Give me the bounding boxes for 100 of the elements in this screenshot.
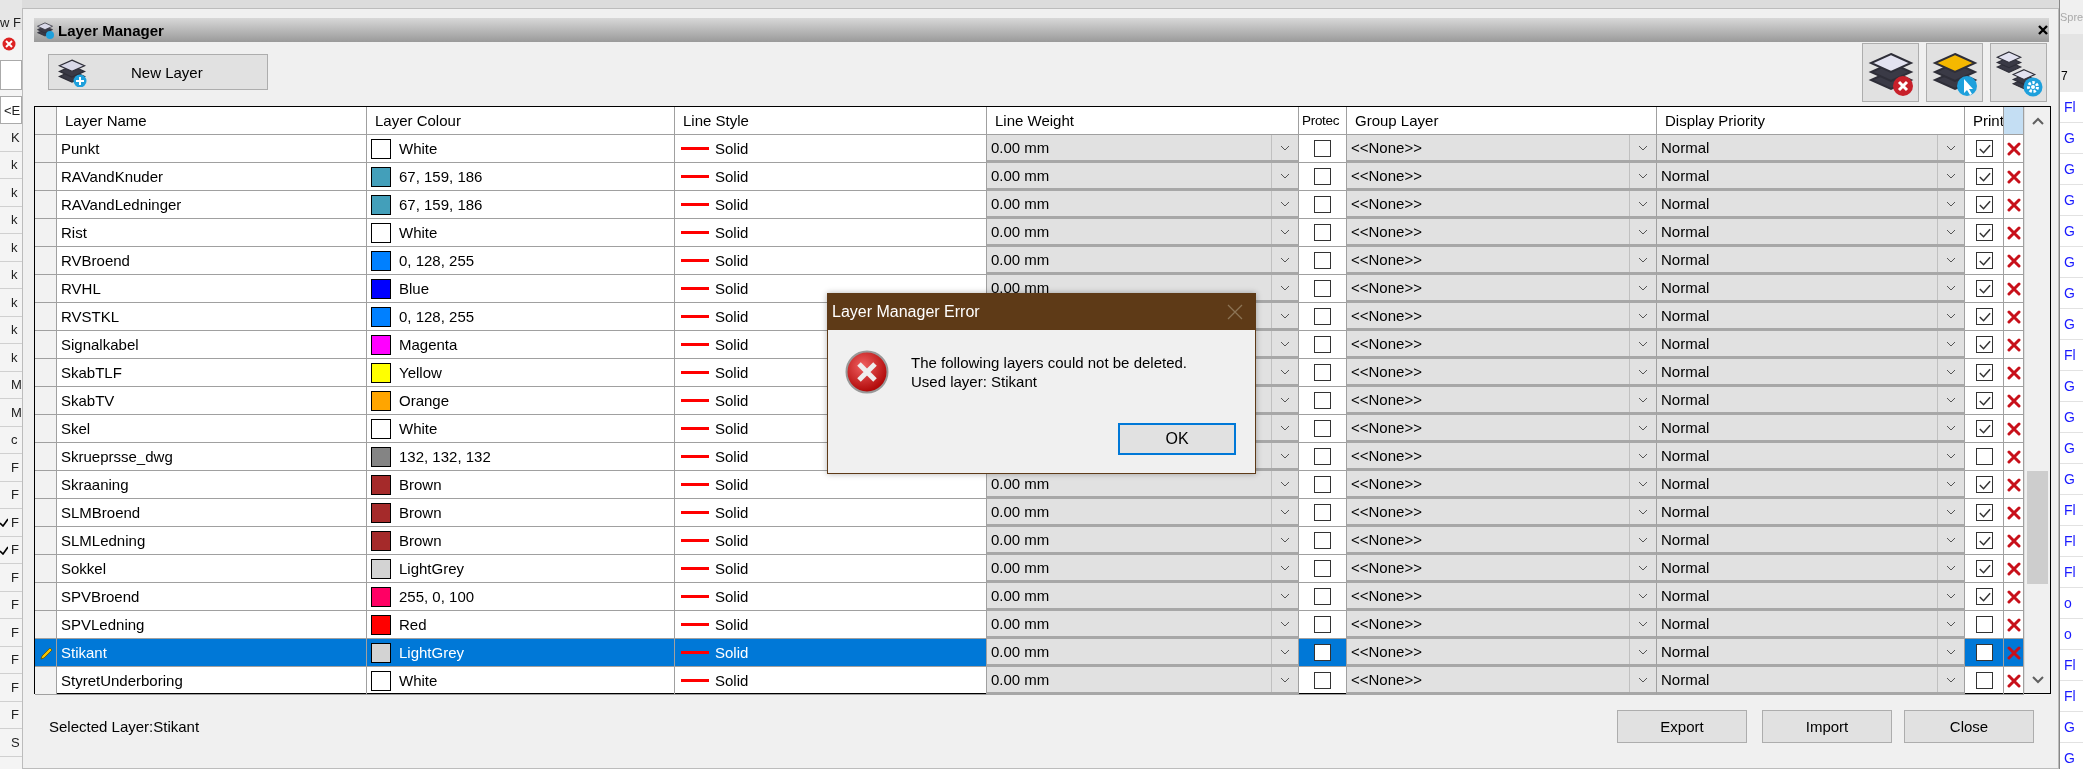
scroll-thumb[interactable]	[2027, 471, 2048, 584]
list-item[interactable]: k	[11, 184, 18, 200]
dropdown[interactable]: Normal	[1657, 303, 1965, 331]
dropdown[interactable]: 0.00 mm	[987, 135, 1299, 163]
list-item[interactable]: F	[11, 569, 19, 585]
list-item[interactable]: F	[11, 707, 19, 723]
dropdown[interactable]: Normal	[1657, 191, 1965, 219]
dialog-button[interactable]: Export	[1617, 710, 1747, 743]
scrollbar[interactable]	[2024, 107, 2050, 693]
list-item[interactable]: F	[11, 624, 19, 640]
checkbox[interactable]	[1975, 588, 1993, 605]
list-item[interactable]: G	[2060, 309, 2083, 340]
list-item[interactable]: F	[11, 679, 19, 695]
delete-icon[interactable]	[2006, 197, 2021, 212]
checkbox[interactable]	[1314, 588, 1331, 605]
checkbox[interactable]	[1975, 308, 1993, 325]
list-item[interactable]: F	[11, 597, 19, 613]
delete-icon[interactable]	[2006, 281, 2021, 296]
dropdown[interactable]: <<None>>	[1347, 387, 1657, 415]
dropdown[interactable]: Normal	[1657, 555, 1965, 583]
dropdown[interactable]: <<None>>	[1347, 527, 1657, 555]
checkbox[interactable]	[1975, 140, 1993, 157]
list-item[interactable]: M	[11, 404, 22, 420]
checkbox[interactable]	[1975, 420, 1993, 437]
checkbox[interactable]	[1975, 476, 1993, 493]
dropdown[interactable]: <<None>>	[1347, 303, 1657, 331]
checkbox[interactable]	[1314, 560, 1331, 577]
list-item[interactable]: M	[11, 377, 22, 393]
list-item[interactable]: F	[11, 459, 19, 475]
checkbox[interactable]	[1975, 252, 1993, 269]
settings-button[interactable]	[1990, 43, 2047, 102]
checkbox[interactable]	[1314, 196, 1331, 213]
checkbox[interactable]	[1975, 392, 1993, 409]
list-item[interactable]: G	[2060, 185, 2083, 216]
list-item[interactable]: F	[11, 487, 19, 503]
delete-icon[interactable]	[2006, 337, 2021, 352]
input-field[interactable]	[0, 60, 22, 90]
list-item[interactable]: F	[11, 514, 19, 530]
dropdown[interactable]: <<None>>	[1347, 667, 1657, 695]
delete-icon[interactable]	[2006, 533, 2021, 548]
checkbox[interactable]	[1975, 224, 1993, 241]
dropdown[interactable]: <<None>>	[1347, 331, 1657, 359]
list-item[interactable]: Fl	[2060, 526, 2083, 557]
chevron-down-icon[interactable]	[2031, 674, 2044, 684]
checkbox[interactable]	[1314, 252, 1331, 269]
delete-icon[interactable]	[2006, 421, 2021, 436]
dropdown[interactable]: 0.00 mm	[987, 499, 1299, 527]
delete-icon[interactable]	[2006, 253, 2021, 268]
checkbox[interactable]	[1314, 308, 1331, 325]
dropdown[interactable]: Normal	[1657, 219, 1965, 247]
checkbox[interactable]	[1975, 644, 1993, 661]
checkbox[interactable]	[1314, 420, 1331, 437]
checkbox[interactable]	[1975, 672, 1993, 689]
delete-icon[interactable]	[2006, 617, 2021, 632]
list-item[interactable]: k	[11, 322, 18, 338]
dropdown[interactable]: <<None>>	[1347, 163, 1657, 191]
dropdown[interactable]: 0.00 mm	[987, 219, 1299, 247]
dropdown[interactable]: Normal	[1657, 163, 1965, 191]
dropdown[interactable]: Normal	[1657, 639, 1965, 667]
delete-icon[interactable]	[2006, 141, 2021, 156]
dropdown[interactable]: <<None>>	[1347, 415, 1657, 443]
dropdown[interactable]: Normal	[1657, 667, 1965, 695]
delete-icon[interactable]	[2006, 673, 2021, 688]
list-item[interactable]: G	[2060, 154, 2083, 185]
list-item[interactable]: k	[11, 349, 18, 365]
dropdown[interactable]: 0.00 mm	[987, 247, 1299, 275]
dialog-button[interactable]: Import	[1762, 710, 1892, 743]
dropdown[interactable]: 0.00 mm	[987, 611, 1299, 639]
delete-icon[interactable]	[2006, 225, 2021, 240]
new-layer-button[interactable]: New Layer	[48, 54, 268, 90]
close-icon[interactable]	[2037, 24, 2049, 36]
list-item[interactable]: Fl	[2060, 495, 2083, 526]
checkbox[interactable]	[1314, 140, 1331, 157]
dropdown[interactable]: Normal	[1657, 275, 1965, 303]
delete-layer-button[interactable]	[1862, 43, 1919, 102]
list-item[interactable]: G	[2060, 216, 2083, 247]
checkbox[interactable]	[1314, 644, 1331, 661]
dropdown[interactable]: 0.00 mm	[987, 639, 1299, 667]
list-item[interactable]: G	[2060, 402, 2083, 433]
dropdown[interactable]: <<None>>	[1347, 639, 1657, 667]
dropdown[interactable]: 0.00 mm	[987, 555, 1299, 583]
dropdown[interactable]: <<None>>	[1347, 443, 1657, 471]
dropdown[interactable]: Normal	[1657, 387, 1965, 415]
checkbox[interactable]	[1975, 336, 1993, 353]
checkbox[interactable]	[1314, 532, 1331, 549]
list-item[interactable]: Fl	[2060, 340, 2083, 371]
ok-button[interactable]: OK	[1118, 423, 1236, 455]
list-item[interactable]: G	[2060, 247, 2083, 278]
dropdown[interactable]: Normal	[1657, 415, 1965, 443]
delete-icon[interactable]	[2006, 449, 2021, 464]
checkbox[interactable]	[1314, 672, 1331, 689]
list-item[interactable]: G	[2060, 278, 2083, 309]
dropdown[interactable]: <<None>>	[1347, 499, 1657, 527]
list-item[interactable]: G	[2060, 123, 2083, 154]
dropdown[interactable]: 0.00 mm	[987, 191, 1299, 219]
delete-icon[interactable]	[2006, 365, 2021, 380]
dropdown[interactable]: Normal	[1657, 611, 1965, 639]
list-item[interactable]: Fl	[2060, 681, 2083, 712]
checkbox[interactable]	[1975, 168, 1993, 185]
dropdown[interactable]: <<None>>	[1347, 247, 1657, 275]
